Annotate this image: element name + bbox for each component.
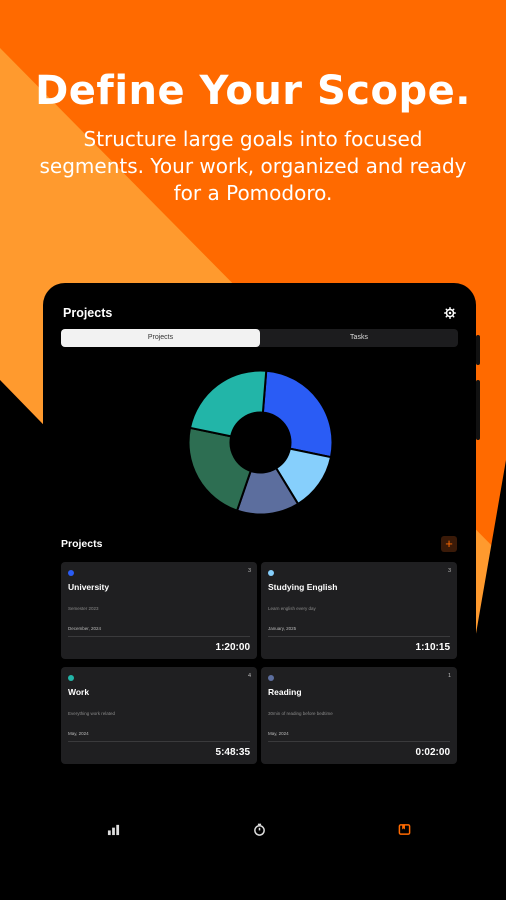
- project-description: Semester 2023: [68, 606, 99, 611]
- project-color-dot: [68, 570, 74, 576]
- tab-tasks[interactable]: Tasks: [260, 329, 458, 347]
- task-count-badge: 3: [447, 568, 451, 574]
- donut-slice: [261, 369, 334, 459]
- gear-icon[interactable]: [444, 307, 456, 319]
- tablet-screen: Projects Projects Tasks Projects + 3 Univ…: [43, 283, 476, 857]
- project-name: Reading: [268, 687, 302, 697]
- project-name: Studying English: [268, 582, 338, 592]
- project-description: Learn english every day: [268, 606, 316, 611]
- app-title: Projects: [63, 306, 113, 320]
- projects-section-title: Projects: [61, 538, 103, 550]
- device-side-button: [476, 380, 480, 440]
- task-count-badge: 3: [247, 568, 251, 574]
- timer-icon[interactable]: [253, 823, 266, 836]
- project-color-dot: [268, 570, 274, 576]
- projects-donut-chart: [187, 369, 334, 516]
- project-color-dot: [68, 675, 74, 681]
- project-date: January, 2025: [268, 626, 297, 631]
- project-time: 0:02:00: [415, 747, 450, 758]
- project-name: University: [68, 582, 110, 592]
- project-date: May, 2024: [68, 731, 89, 736]
- task-count-badge: 4: [247, 673, 251, 679]
- task-count-badge: 1: [447, 673, 451, 679]
- project-description: Everything work related: [68, 711, 116, 716]
- donut-slice: [187, 426, 253, 512]
- project-description: 30min of reading before bedtime: [268, 711, 333, 716]
- project-date: December, 2024: [68, 626, 102, 631]
- project-card[interactable]: 1 Reading 30min of reading before bedtime M…: [261, 667, 457, 764]
- project-time: 5:48:35: [215, 747, 250, 758]
- project-time: 1:10:15: [415, 642, 450, 653]
- donut-slice: [188, 369, 268, 438]
- segmented-control: Projects Tasks: [61, 329, 458, 347]
- project-card[interactable]: 4 Work Everything work related May, 2024 5:4…: [61, 667, 257, 764]
- project-date: May, 2024: [268, 731, 289, 736]
- add-project-button[interactable]: +: [441, 536, 457, 552]
- tab-projects[interactable]: Projects: [61, 329, 260, 347]
- card-divider: [68, 636, 250, 637]
- card-divider: [268, 636, 450, 637]
- project-card[interactable]: 3 Studying English Learn english every day…: [261, 562, 457, 659]
- projects-icon[interactable]: [398, 823, 411, 836]
- promo-headline: Define Your Scope.: [35, 68, 471, 114]
- card-divider: [68, 741, 250, 742]
- project-time: 1:20:00: [215, 642, 250, 653]
- device-side-button: [476, 335, 480, 365]
- project-card[interactable]: 3 University Semester 2023 December, 2024 1:…: [61, 562, 257, 659]
- project-color-dot: [268, 675, 274, 681]
- project-name: Work: [68, 687, 90, 697]
- card-divider: [268, 741, 450, 742]
- stats-icon[interactable]: [107, 823, 120, 836]
- promo-subtext: Structure large goals into focused segme…: [39, 127, 467, 205]
